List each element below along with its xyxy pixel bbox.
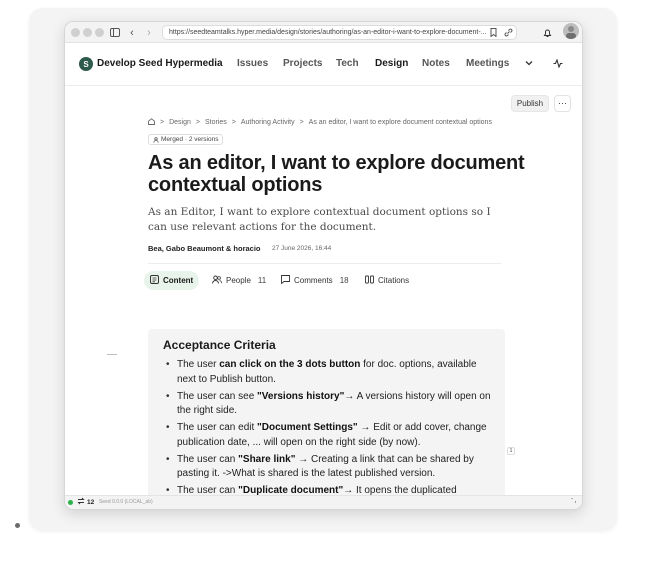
tab-citations[interactable]: Citations xyxy=(359,271,415,290)
link-icon[interactable] xyxy=(504,25,513,40)
tab-people[interactable]: People 11 xyxy=(206,271,272,290)
list-item: The user can see "Versions history"→ A v… xyxy=(163,390,496,419)
chevron-down-icon[interactable] xyxy=(522,56,536,70)
breadcrumb-item-authoring[interactable]: Authoring Activity xyxy=(241,119,295,126)
list-item: The user can "Share link" → Creating a l… xyxy=(163,453,496,482)
publish-button[interactable]: Publish xyxy=(511,95,549,112)
people-icon xyxy=(212,275,222,286)
nav-item-issues[interactable]: Issues xyxy=(237,58,268,69)
site-logo[interactable]: S xyxy=(79,57,93,71)
document-summary: As an Editor, I want to explore contextu… xyxy=(148,206,491,233)
version-badge-label: Merged · 2 versions xyxy=(161,136,219,143)
nav-item-tech[interactable]: Tech xyxy=(336,58,359,69)
back-arrow-icon[interactable]: ‹ xyxy=(127,25,137,40)
version-badge[interactable]: Merged · 2 versions xyxy=(148,134,224,145)
bookmark-icon[interactable] xyxy=(489,25,498,40)
document-authors[interactable]: Bea, Gabo Beaumont & horacio xyxy=(148,244,261,253)
forward-arrow-icon[interactable]: › xyxy=(144,25,154,40)
address-bar[interactable]: https://seedteamtalks.hyper.media/design… xyxy=(162,25,517,40)
item-emphasis: "Versions history" xyxy=(257,390,345,402)
browser-window: ‹ › https://seedteamtalks.hyper.media/de… xyxy=(64,21,583,510)
list-item: The user can edit "Document Settings" → … xyxy=(163,421,496,450)
item-emphasis: can click on the 3 dots button xyxy=(219,359,361,370)
content-block: Acceptance Criteria The user can click o… xyxy=(148,329,505,499)
home-icon[interactable] xyxy=(148,118,155,127)
nav-item-projects[interactable]: Projects xyxy=(283,58,322,69)
breadcrumb-separator: > xyxy=(231,119,236,126)
criteria-list: The user can click on the 3 dots button … xyxy=(163,358,496,499)
item-text: The user can xyxy=(177,453,239,465)
site-title[interactable]: Develop Seed Hypermedia xyxy=(97,58,223,69)
citation-icon xyxy=(365,275,374,286)
tab-people-count: 11 xyxy=(257,276,267,285)
tab-comments[interactable]: Comments 18 xyxy=(275,271,355,290)
avatar[interactable] xyxy=(563,23,579,39)
breadcrumb: > Design > Stories > Authoring Activity … xyxy=(148,118,492,127)
window-zoom-control[interactable] xyxy=(95,28,104,37)
status-bar: 12 Seed 0.0.0 (LOCAL_ab) xyxy=(65,495,582,509)
nav-item-notes[interactable]: Notes xyxy=(422,58,450,69)
comment-icon xyxy=(281,275,290,286)
sidebar-toggle-icon[interactable] xyxy=(109,25,121,40)
breadcrumb-separator: > xyxy=(299,119,304,126)
tab-content[interactable]: Content xyxy=(144,271,200,290)
block-handle[interactable] xyxy=(107,354,117,355)
online-status-dot xyxy=(68,500,73,505)
url-text: https://seedteamtalks.hyper.media/design… xyxy=(169,29,487,36)
nav-item-design[interactable]: Design xyxy=(375,58,408,69)
window-close-control[interactable] xyxy=(71,28,80,37)
list-item: The user can click on the 3 dots button … xyxy=(163,358,496,387)
tab-citations-label: Citations xyxy=(378,276,410,285)
breadcrumb-separator: > xyxy=(160,119,165,126)
breadcrumb-item-design[interactable]: Design xyxy=(169,119,191,126)
citation-count-badge[interactable]: 1 xyxy=(507,447,515,455)
page-indicator-dot xyxy=(15,523,20,528)
window-minimize-control[interactable] xyxy=(83,28,92,37)
section-heading: Acceptance Criteria xyxy=(163,338,276,352)
content-icon xyxy=(150,275,159,286)
sync-icon[interactable] xyxy=(77,497,85,507)
nav-item-meetings[interactable]: Meetings xyxy=(466,58,509,69)
item-text: The user can edit xyxy=(177,422,258,433)
activity-icon[interactable] xyxy=(551,56,565,70)
breadcrumb-item-stories[interactable]: Stories xyxy=(205,119,227,126)
item-emphasis: "Share link" xyxy=(238,453,296,465)
loading-spinner-icon xyxy=(568,495,579,508)
tab-comments-label: Comments xyxy=(294,276,333,285)
site-navbar: S Develop Seed Hypermedia Issues Project… xyxy=(65,43,582,86)
breadcrumb-separator: > xyxy=(195,119,200,126)
breadcrumb-item-current: As an editor, I want to explore document… xyxy=(308,119,492,126)
item-text: The user xyxy=(177,359,220,370)
tab-people-label: People xyxy=(226,276,251,285)
page-title: As an editor, I want to explore document… xyxy=(148,152,525,196)
bell-icon[interactable] xyxy=(542,25,552,40)
tab-comments-count: 18 xyxy=(339,276,349,285)
more-options-button[interactable]: ··· xyxy=(554,95,571,112)
app-version: Seed 0.0.0 (LOCAL_ab) xyxy=(99,499,153,505)
item-emphasis: "Document Settings" xyxy=(257,422,358,433)
tab-content-label: Content xyxy=(163,276,194,285)
document-date: 27 June 2026, 16:44 xyxy=(272,245,332,252)
browser-titlebar: ‹ › https://seedteamtalks.hyper.media/de… xyxy=(65,22,582,43)
divider xyxy=(148,263,501,264)
item-text: The user can see xyxy=(177,390,258,402)
peer-count: 12 xyxy=(87,499,95,506)
user-icon xyxy=(153,136,159,143)
